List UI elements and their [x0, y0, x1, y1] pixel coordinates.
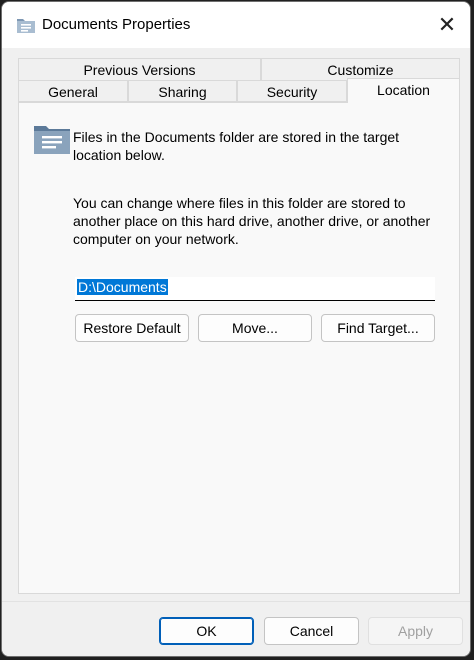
tab-customize[interactable]: Customize: [261, 58, 460, 80]
description-text: You can change where files in this folde…: [73, 195, 431, 247]
location-panel: Files in the Documents folder are stored…: [18, 102, 460, 594]
cancel-button[interactable]: Cancel: [264, 617, 359, 645]
tab-previous-versions[interactable]: Previous Versions: [18, 58, 261, 80]
tab-security[interactable]: Security: [237, 80, 347, 102]
target-path-value: D:\Documents: [77, 279, 168, 295]
window-title: Documents Properties: [42, 16, 191, 33]
tab-strip: Previous Versions Customize General Shar…: [18, 58, 460, 103]
apply-button[interactable]: Apply: [368, 617, 463, 645]
tab-general[interactable]: General: [18, 80, 128, 102]
close-button[interactable]: ✕: [424, 2, 470, 48]
close-icon: ✕: [437, 12, 457, 37]
dialog-footer: OK Cancel Apply: [2, 601, 470, 656]
find-target-button[interactable]: Find Target...: [321, 314, 435, 342]
ok-button[interactable]: OK: [159, 617, 254, 645]
tab-sharing[interactable]: Sharing: [128, 80, 237, 102]
folder-document-icon: [17, 19, 35, 33]
properties-dialog: Documents Properties ✕ Previous Versions…: [1, 1, 471, 657]
move-button[interactable]: Move...: [198, 314, 312, 342]
tab-location[interactable]: Location: [347, 78, 460, 103]
restore-default-button[interactable]: Restore Default: [75, 314, 189, 342]
folder-document-icon: [34, 126, 70, 154]
title-bar: Documents Properties ✕: [2, 2, 470, 48]
target-path-input[interactable]: D:\Documents: [75, 277, 435, 301]
intro-text: Files in the Documents folder are stored…: [73, 129, 400, 163]
